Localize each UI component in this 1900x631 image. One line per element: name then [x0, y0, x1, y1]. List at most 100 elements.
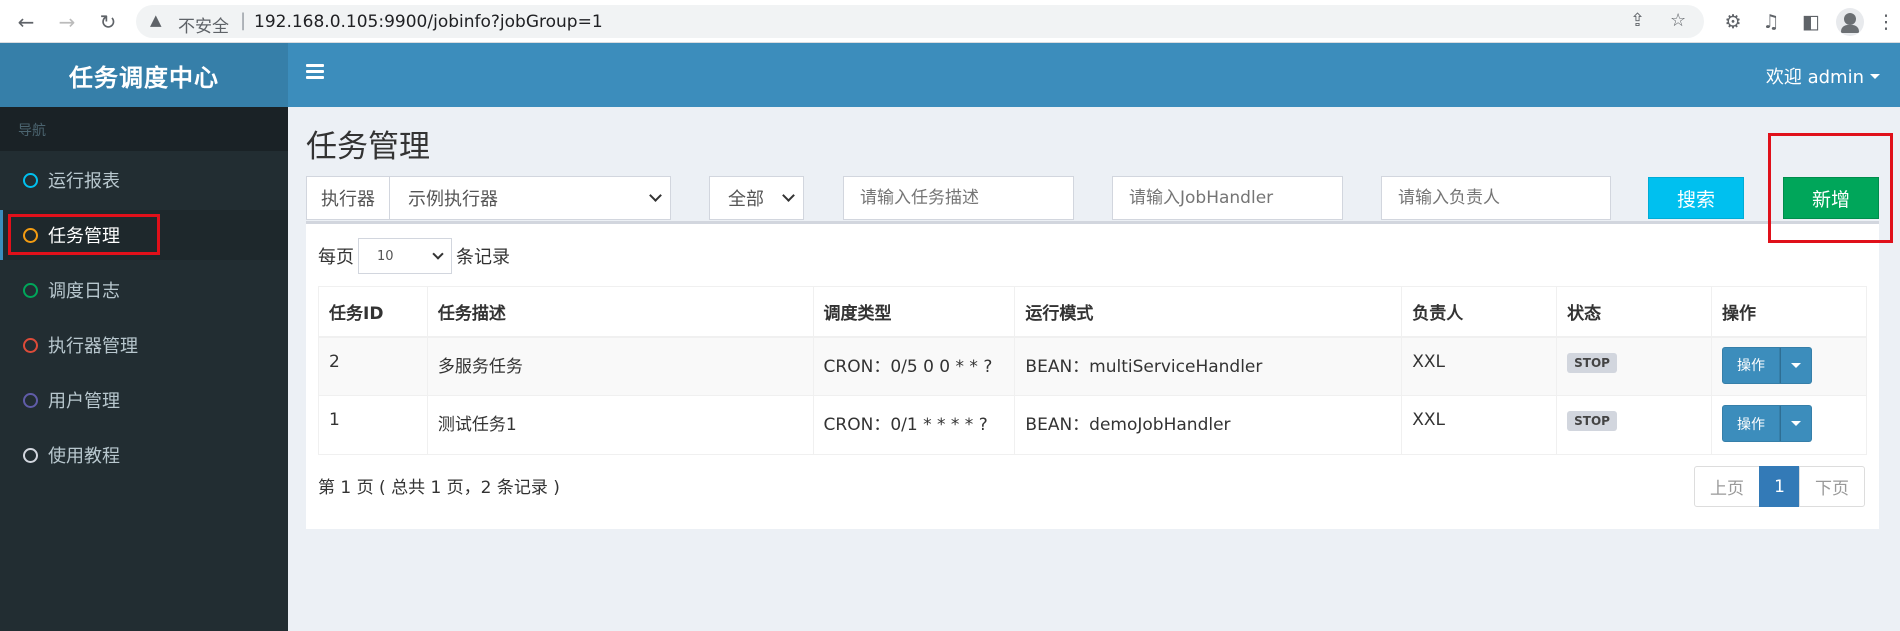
- column-header[interactable]: 任务ID: [318, 286, 428, 338]
- operation-button-group: 操作: [1722, 346, 1813, 384]
- sidebar-item-label: 使用教程: [48, 446, 120, 467]
- cell-status: STOP: [1556, 336, 1713, 396]
- browser-toolbar: ← → ↻ ▲ 不安全 | 192.168.0.105:9900/jobinfo…: [0, 0, 1900, 43]
- status-badge: STOP: [1567, 411, 1617, 431]
- page-title: 任务管理: [306, 129, 430, 165]
- cell-actions: 操作: [1711, 395, 1867, 455]
- hamburger-menu-icon[interactable]: [306, 64, 324, 80]
- table-info: 第 1 页 ( 总共 1 页，2 条记录 ): [318, 478, 560, 498]
- bookmark-star-icon[interactable]: ☆: [1670, 10, 1686, 31]
- extensions-icon[interactable]: ⚙: [1719, 8, 1747, 36]
- chevron-down-icon: [649, 189, 662, 202]
- highlight-box: [8, 214, 160, 255]
- executor-label: 执行器: [306, 176, 390, 220]
- cell-run-mode: BEAN：multiServiceHandler: [1014, 336, 1403, 396]
- sidebar-item-label: 运行报表: [48, 171, 120, 192]
- status-badge: STOP: [1567, 352, 1617, 373]
- app-logo[interactable]: 任务调度中心: [0, 43, 288, 107]
- url-text[interactable]: 192.168.0.105:9900/jobinfo?jobGroup=1: [254, 12, 603, 32]
- highlight-box: [1768, 133, 1893, 243]
- warning-icon[interactable]: ▲: [150, 11, 162, 29]
- cell-job-desc: 测试任务1: [426, 395, 814, 455]
- circle-icon: [23, 282, 38, 298]
- search-button[interactable]: 搜索: [1648, 177, 1744, 219]
- perpage-suffix: 条记录: [456, 247, 510, 268]
- table-row: 1 测试任务1 CRON：0/1 * * * * ? BEAN：demoJobH…: [318, 395, 1867, 455]
- sidebar: 导航 运行报表 任务管理 调度日志 执行器管理 用户管理 使用教程: [0, 107, 288, 631]
- operation-button[interactable]: 操作: [1722, 405, 1781, 442]
- column-header[interactable]: 运行模式: [1014, 286, 1403, 338]
- media-control-icon[interactable]: ♫: [1757, 8, 1785, 36]
- cell-author: XXL: [1401, 336, 1558, 396]
- sidebar-item-report[interactable]: 运行报表: [0, 155, 288, 205]
- share-icon[interactable]: ⇪: [1630, 10, 1645, 31]
- cell-author: XXL: [1401, 395, 1558, 455]
- executor-select-value: 示例执行器: [408, 189, 498, 210]
- cell-schedule: CRON：0/5 0 0 * * ?: [812, 336, 1016, 396]
- page-length-control: 每页 10 条记录: [318, 238, 510, 274]
- sidebar-item-logs[interactable]: 调度日志: [0, 265, 288, 315]
- sidebar-item-label: 执行器管理: [48, 336, 138, 357]
- insecure-label: 不安全: [178, 17, 229, 37]
- chevron-down-icon: [782, 189, 795, 202]
- address-separator: |: [240, 10, 247, 31]
- column-header[interactable]: 状态: [1556, 286, 1713, 338]
- page-length-value: 10: [377, 248, 394, 264]
- status-select-value: 全部: [728, 189, 764, 210]
- cell-job-desc: 多服务任务: [426, 336, 814, 396]
- back-icon[interactable]: ←: [12, 8, 40, 36]
- job-desc-input[interactable]: [843, 176, 1074, 220]
- author-input[interactable]: [1381, 176, 1611, 220]
- cell-schedule: CRON：0/1 * * * * ?: [812, 395, 1016, 455]
- pagination-next[interactable]: 下页: [1799, 466, 1865, 507]
- top-navbar: 欢迎 admin: [288, 43, 1900, 107]
- sidebar-item-help[interactable]: 使用教程: [0, 430, 288, 480]
- sidebar-item-users[interactable]: 用户管理: [0, 375, 288, 425]
- side-panel-icon[interactable]: ◧: [1797, 8, 1825, 36]
- welcome-text: 欢迎 admin: [1765, 67, 1864, 88]
- reload-icon[interactable]: ↻: [94, 8, 122, 36]
- sidebar-item-label: 调度日志: [48, 281, 120, 302]
- caret-down-icon: [1791, 421, 1802, 426]
- pagination-page[interactable]: 1: [1759, 466, 1800, 507]
- caret-down-icon: [1791, 362, 1802, 368]
- profile-avatar-icon[interactable]: [1836, 8, 1864, 36]
- app-title: 任务调度中心: [69, 63, 219, 92]
- job-handler-input[interactable]: [1112, 176, 1343, 220]
- user-menu[interactable]: 欢迎 admin: [1766, 63, 1880, 89]
- column-header[interactable]: 调度类型: [812, 286, 1016, 338]
- cell-status: STOP: [1556, 395, 1713, 455]
- forward-icon[interactable]: →: [53, 8, 81, 36]
- job-table: 任务ID 任务描述 调度类型 运行模式 负责人 状态 操作 2 多服务任务 CR…: [318, 286, 1867, 455]
- cell-job-id: 1: [318, 395, 428, 455]
- executor-select[interactable]: 示例执行器: [389, 176, 671, 220]
- sidebar-header: 导航: [0, 107, 288, 151]
- cell-actions: 操作: [1711, 336, 1867, 396]
- operation-dropdown-toggle[interactable]: [1780, 346, 1813, 384]
- status-select[interactable]: 全部: [709, 176, 804, 220]
- column-header[interactable]: 负责人: [1401, 286, 1558, 338]
- page-length-select[interactable]: 10: [358, 238, 452, 274]
- pagination: 上页 1 下页: [1694, 466, 1865, 507]
- column-header[interactable]: 任务描述: [426, 286, 814, 338]
- chevron-down-icon: [432, 248, 444, 260]
- perpage-prefix: 每页: [318, 247, 354, 268]
- pagination-prev[interactable]: 上页: [1694, 466, 1760, 507]
- column-header[interactable]: 操作: [1711, 286, 1867, 338]
- cell-job-id: 2: [318, 336, 428, 396]
- circle-icon: [23, 447, 38, 463]
- address-bar[interactable]: ▲ 不安全 | 192.168.0.105:9900/jobinfo?jobGr…: [136, 5, 1704, 38]
- table-row: 2 多服务任务 CRON：0/5 0 0 * * ? BEAN：multiSer…: [318, 336, 1867, 396]
- operation-dropdown-toggle[interactable]: [1780, 405, 1813, 442]
- sidebar-item-label: 用户管理: [48, 391, 120, 412]
- table-header-row: 任务ID 任务描述 调度类型 运行模式 负责人 状态 操作: [318, 286, 1867, 338]
- circle-icon: [23, 172, 38, 188]
- caret-down-icon: [1870, 73, 1880, 79]
- menu-more-icon[interactable]: ⋮: [1872, 8, 1900, 36]
- cell-run-mode: BEAN：demoJobHandler: [1014, 395, 1403, 455]
- operation-button[interactable]: 操作: [1722, 346, 1781, 384]
- operation-button-group: 操作: [1722, 405, 1813, 442]
- circle-icon: [23, 337, 38, 353]
- circle-icon: [23, 392, 38, 408]
- sidebar-item-executors[interactable]: 执行器管理: [0, 320, 288, 370]
